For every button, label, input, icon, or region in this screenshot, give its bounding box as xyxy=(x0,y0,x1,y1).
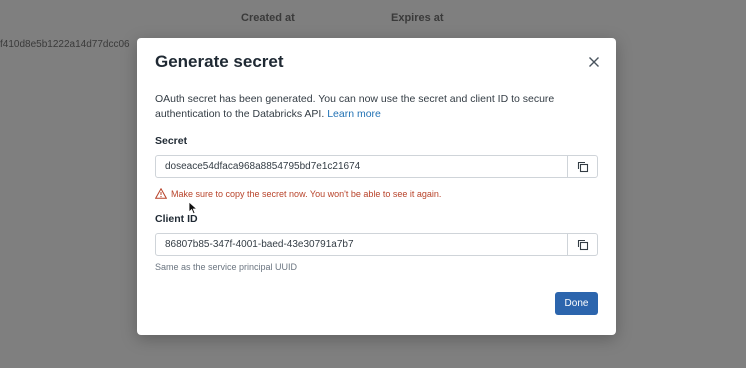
dialog-title: Generate secret xyxy=(155,52,284,71)
close-button[interactable] xyxy=(586,54,602,70)
copy-icon xyxy=(577,239,588,250)
column-header-expires-at: Expires at xyxy=(391,12,444,24)
background-row-id: f410d8e5b1222a14d77dcc06 xyxy=(0,39,130,50)
copy-secret-button[interactable] xyxy=(567,155,597,178)
secret-value[interactable]: doseace54dfaca968a8854795bd7e1c21674 xyxy=(165,161,360,172)
learn-more-link[interactable]: Learn more xyxy=(327,108,381,120)
generate-secret-dialog: Generate secret OAuth secret has been ge… xyxy=(137,38,616,335)
mouse-cursor-icon xyxy=(188,201,198,220)
secret-field[interactable]: doseace54dfaca968a8854795bd7e1c21674 xyxy=(155,155,598,178)
dialog-description: OAuth secret has been generated. You can… xyxy=(155,92,575,122)
copy-warning: Make sure to copy the secret now. You wo… xyxy=(155,188,441,199)
column-header-created-at: Created at xyxy=(241,12,295,24)
secret-label: Secret xyxy=(155,135,188,147)
client-id-value[interactable]: 86807b85-347f-4001-baed-43e30791a7b7 xyxy=(165,239,354,250)
close-icon xyxy=(589,57,599,67)
warning-triangle-icon xyxy=(155,188,167,199)
client-id-hint: Same as the service principal UUID xyxy=(155,262,298,272)
warning-text: Make sure to copy the secret now. You wo… xyxy=(171,188,442,199)
copy-icon xyxy=(577,161,588,172)
done-button[interactable]: Done xyxy=(555,292,598,315)
copy-client-id-button[interactable] xyxy=(567,233,597,256)
client-id-field[interactable]: 86807b85-347f-4001-baed-43e30791a7b7 xyxy=(155,233,598,256)
